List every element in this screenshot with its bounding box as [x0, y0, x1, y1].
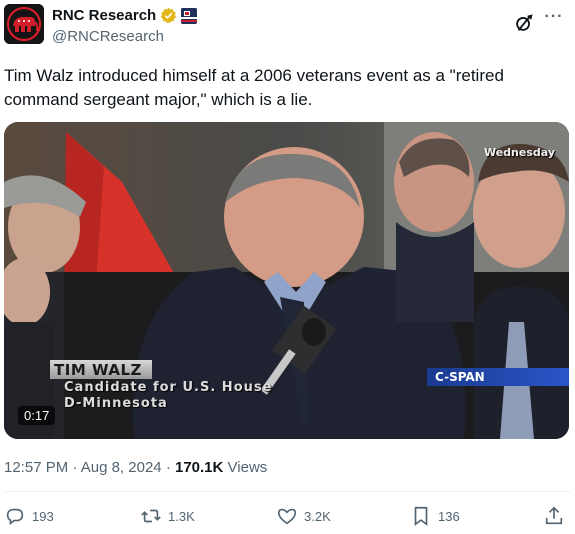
tweet-time[interactable]: 12:57 PM	[4, 459, 68, 476]
views-count: 170.1K	[174, 459, 224, 476]
bookmark-count: 136	[438, 508, 460, 524]
affiliate-flag-icon[interactable]	[181, 7, 198, 24]
repost-button[interactable]: 1.3K	[140, 505, 195, 527]
lower-third: TIM WALZ Candidate for U.S. House D-Minn…	[50, 360, 430, 412]
network-logo: C-SPAN	[427, 368, 569, 386]
share-icon	[545, 506, 563, 525]
bookmark-icon	[414, 506, 428, 526]
reply-icon	[6, 508, 24, 525]
lower-third-title: Candidate for U.S. House	[64, 380, 273, 395]
verified-badge-icon[interactable]	[160, 7, 177, 24]
lower-third-district: D-Minnesota	[64, 396, 168, 411]
gop-elephant-icon	[4, 4, 44, 44]
tweet-date[interactable]: Aug 8, 2024	[81, 459, 162, 476]
grok-icon[interactable]	[513, 12, 535, 34]
reply-count: 193	[32, 508, 54, 524]
views-label: Views	[227, 459, 268, 476]
action-bar: 193 1.3K 3.2K 136	[4, 505, 565, 529]
heart-icon	[277, 508, 297, 525]
video-player[interactable]: Wednesday TIM WALZ Candidate for U.S. Ho…	[4, 122, 569, 439]
handle[interactable]: @RNCResearch	[52, 28, 164, 45]
tweet-meta: 12:57 PM · Aug 8, 2024 · 170.1K Views	[4, 459, 267, 476]
divider	[4, 491, 571, 492]
meta-separator: ·	[165, 459, 171, 476]
name-row: RNC Research	[52, 7, 198, 24]
repost-count: 1.3K	[168, 508, 195, 524]
like-count: 3.2K	[304, 508, 331, 524]
meta-separator: ·	[72, 459, 78, 476]
like-button[interactable]: 3.2K	[276, 505, 331, 527]
tweet-header: RNC Research @RNCResearch ···	[4, 4, 567, 46]
bookmark-button[interactable]: 136	[410, 505, 460, 527]
tweet-text: Tim Walz introduced himself at a 2006 ve…	[4, 66, 504, 109]
lower-third-name: TIM WALZ	[50, 360, 152, 379]
video-duration: 0:17	[18, 406, 56, 425]
share-button[interactable]	[543, 505, 565, 527]
repost-icon	[141, 509, 161, 523]
reply-button[interactable]: 193	[4, 505, 54, 527]
display-name[interactable]: RNC Research	[52, 7, 156, 24]
more-icon[interactable]: ···	[543, 9, 565, 32]
overlay-day: Wednesday	[483, 146, 555, 159]
avatar[interactable]	[4, 4, 44, 44]
